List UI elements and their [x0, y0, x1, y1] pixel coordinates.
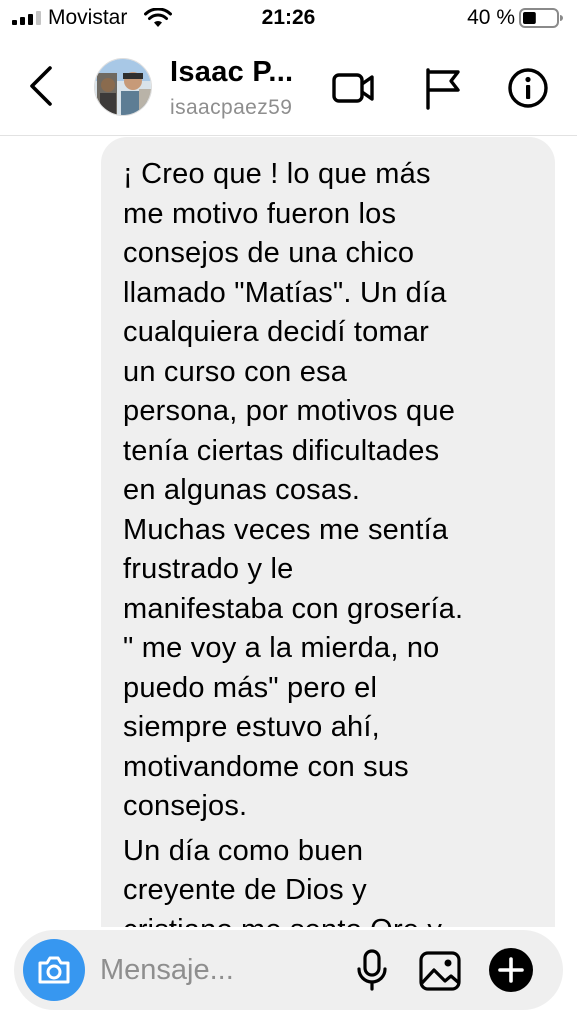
plus-circle-icon[interactable]	[488, 947, 534, 993]
contact-name[interactable]: Isaac P...	[170, 56, 293, 89]
info-icon[interactable]	[505, 66, 551, 110]
contact-avatar[interactable]	[94, 58, 152, 116]
camera-button[interactable]	[23, 939, 85, 1001]
image-gallery-icon[interactable]	[418, 950, 462, 992]
message-paragraph: Un día como buen creyente de Dios y cris…	[123, 834, 442, 928]
message-thread[interactable]: ¡ Creo que ! lo que más me motivo fueron…	[0, 137, 577, 927]
message-bubble[interactable]: ¡ Creo que ! lo que más me motivo fueron…	[101, 137, 555, 927]
back-button[interactable]	[24, 64, 58, 108]
message-paragraph: ¡ Creo que ! lo que más me motivo fueron…	[123, 158, 464, 822]
camera-icon	[38, 956, 70, 984]
message-composer	[14, 930, 563, 1010]
contact-username[interactable]: isaacpaez59	[170, 96, 292, 120]
battery-percentage: 40 %	[467, 6, 515, 29]
microphone-icon[interactable]	[354, 948, 390, 992]
flag-icon[interactable]	[420, 66, 466, 110]
battery-icon	[519, 8, 563, 28]
avatar-photo	[95, 59, 151, 115]
chat-header: Isaac P... isaacpaez59	[0, 38, 577, 136]
status-bar: Movistar 21:26 40 %	[0, 0, 577, 38]
video-camera-icon[interactable]	[330, 66, 376, 110]
message-input[interactable]	[100, 948, 340, 992]
direct-message-screen: Movistar 21:26 40 % Isaac P... isaacpaez…	[0, 0, 577, 1024]
